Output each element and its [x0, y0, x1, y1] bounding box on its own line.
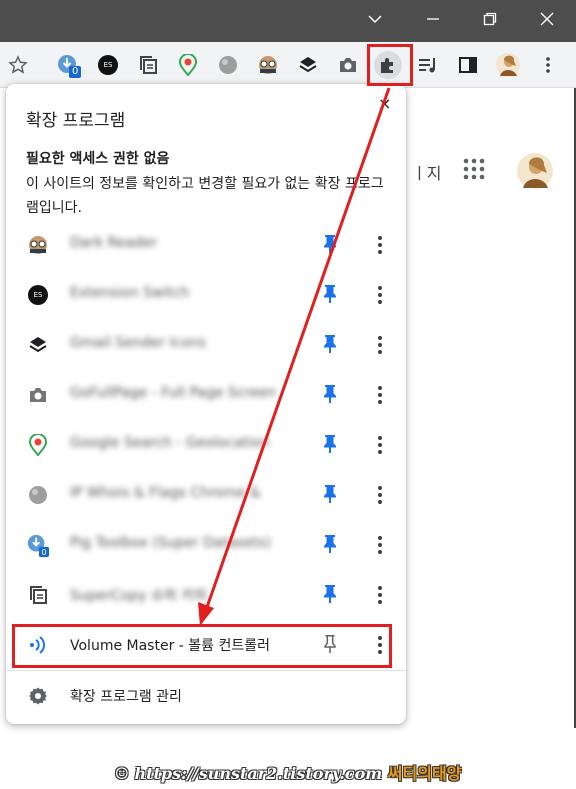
watermark-url: https://sunstar2.tistory.com [134, 764, 383, 783]
red-arrow [198, 87, 391, 626]
watermark: ☺ https://sunstar2.tistory.com 써티의태양 [0, 760, 576, 784]
smiley-icon: ☺ [114, 764, 129, 783]
watermark-name: 써티의태양 [387, 764, 462, 783]
